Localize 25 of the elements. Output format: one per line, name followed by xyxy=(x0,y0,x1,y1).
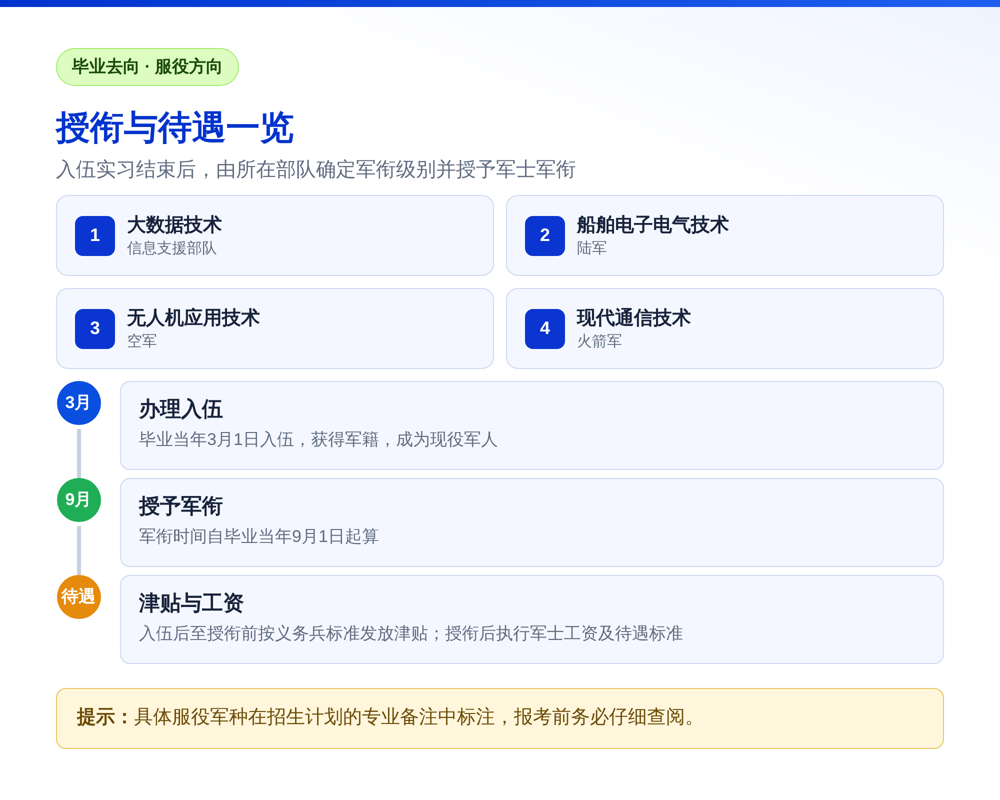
timeline-marker: 9月 xyxy=(56,478,100,522)
number-badge: 4 xyxy=(525,308,565,348)
service-branch: 信息支援部队 xyxy=(127,238,218,258)
service-branch: 火箭军 xyxy=(577,332,623,352)
service-branch: 陆军 xyxy=(577,238,608,258)
step-title: 办理入伍 xyxy=(139,397,224,423)
category-tag: 毕业去向 · 服役方向 xyxy=(56,48,240,86)
step-title: 津贴与工资 xyxy=(139,591,245,617)
timeline-marker: 3月 xyxy=(56,381,100,425)
number-badge: 1 xyxy=(75,216,115,256)
page-subtitle: 入伍实习结束后，由所在部队确定军衔级别并授予军士军衔 xyxy=(56,158,577,183)
step-description: 军衔时间自毕业当年9月1日起算 xyxy=(139,526,380,548)
number-badge: 3 xyxy=(75,308,115,348)
step-title: 授予军衔 xyxy=(139,494,224,520)
major-name: 现代通信技术 xyxy=(577,306,691,330)
step-description: 入伍后至授衔前按义务兵标准发放津贴；授衔后执行军士工资及待遇标准 xyxy=(139,623,684,645)
major-name: 无人机应用技术 xyxy=(127,306,260,330)
timeline-marker: 待遇 xyxy=(56,575,100,619)
service-branch: 空军 xyxy=(127,332,158,352)
page-title: 授衔与待遇一览 xyxy=(56,108,295,149)
number-badge: 2 xyxy=(525,216,565,256)
major-name: 船舶电子电气技术 xyxy=(577,214,729,238)
major-name: 大数据技术 xyxy=(127,214,222,238)
tip-note: 提示：具体服役军种在招生计划的专业备注中标注，报考前务必仔细查阅。 xyxy=(56,688,944,749)
step-description: 毕业当年3月1日入伍，获得军籍，成为现役军人 xyxy=(139,429,499,451)
